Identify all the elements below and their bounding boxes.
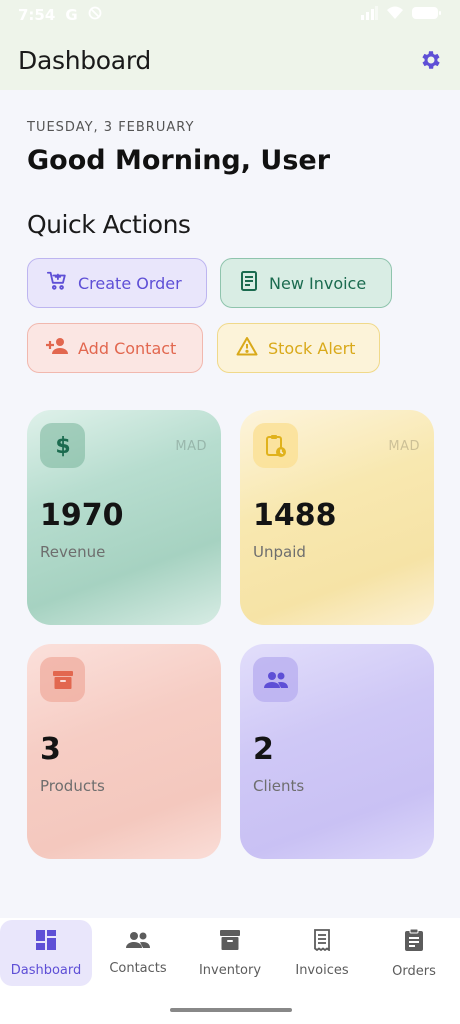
stock-alert-button[interactable]: Stock Alert	[217, 323, 380, 373]
clipboard-clock-icon	[253, 423, 298, 468]
currency-label: MAD	[175, 439, 207, 454]
create-order-label: Create Order	[78, 273, 182, 293]
stock-alert-label: Stock Alert	[268, 338, 356, 358]
revenue-label: Revenue	[40, 543, 106, 561]
products-label: Products	[40, 777, 105, 795]
create-order-button[interactable]: Create Order	[27, 258, 207, 308]
archive-box-icon	[219, 929, 241, 955]
svg-text:$: $	[55, 434, 70, 458]
home-indicator[interactable]	[170, 1008, 292, 1012]
main-content: TUESDAY, 3 FEBRUARY Good Morning, User Q…	[0, 90, 460, 918]
cart-plus-icon	[46, 270, 68, 296]
archive-box-icon	[40, 657, 85, 702]
nav-item-inventory[interactable]: Inventory	[184, 920, 276, 986]
new-invoice-button[interactable]: New Invoice	[220, 258, 392, 308]
revenue-value: 1970	[40, 498, 124, 533]
clients-card[interactable]: 2 Clients	[240, 644, 434, 859]
battery-icon	[412, 6, 442, 24]
unpaid-card[interactable]: MAD 1488 Unpaid	[240, 410, 434, 625]
clipboard-list-icon	[404, 928, 424, 956]
add-contact-label: Add Contact	[78, 338, 177, 358]
wifi-icon	[386, 6, 404, 24]
dollar-icon: $	[40, 423, 85, 468]
receipt-icon	[239, 270, 259, 296]
nav-label-invoices: Invoices	[295, 962, 349, 978]
greeting: Good Morning, User	[27, 145, 331, 176]
nav-label-contacts: Contacts	[109, 960, 167, 976]
people-icon	[125, 931, 151, 953]
bottom-nav: Dashboard Contacts Inventory Invoices Or…	[0, 918, 460, 1024]
revenue-card[interactable]: $ MAD 1970 Revenue	[27, 410, 221, 625]
products-card[interactable]: 3 Products	[27, 644, 221, 859]
dashboard-icon	[35, 929, 57, 955]
do-not-disturb-icon	[88, 6, 102, 24]
products-value: 3	[40, 732, 61, 767]
status-time: 7:54	[18, 6, 56, 24]
page-title: Dashboard	[18, 45, 151, 75]
nav-label-dashboard: Dashboard	[10, 962, 82, 978]
warning-icon	[236, 336, 258, 360]
nav-item-orders[interactable]: Orders	[368, 920, 460, 986]
app-bar: Dashboard	[0, 30, 460, 90]
nav-label-orders: Orders	[392, 963, 436, 979]
person-add-icon	[46, 337, 68, 359]
people-icon	[253, 657, 298, 702]
quick-actions-title: Quick Actions	[27, 210, 191, 239]
nav-item-contacts[interactable]: Contacts	[92, 920, 184, 986]
nav-label-inventory: Inventory	[198, 962, 262, 978]
signal-icon	[360, 6, 378, 24]
clients-value: 2	[253, 732, 274, 767]
unpaid-value: 1488	[253, 498, 337, 533]
currency-label: MAD	[388, 439, 420, 454]
gear-icon[interactable]	[418, 47, 444, 73]
date-label: TUESDAY, 3 FEBRUARY	[27, 120, 195, 135]
add-contact-button[interactable]: Add Contact	[27, 323, 203, 373]
nav-item-invoices[interactable]: Invoices	[276, 920, 368, 986]
clients-label: Clients	[253, 777, 305, 795]
google-g-icon: G	[65, 6, 78, 24]
nav-item-dashboard[interactable]: Dashboard	[0, 920, 92, 986]
new-invoice-label: New Invoice	[269, 273, 367, 293]
unpaid-label: Unpaid	[253, 543, 306, 561]
status-bar: 7:54 G	[0, 0, 460, 30]
receipt-icon	[312, 928, 332, 955]
